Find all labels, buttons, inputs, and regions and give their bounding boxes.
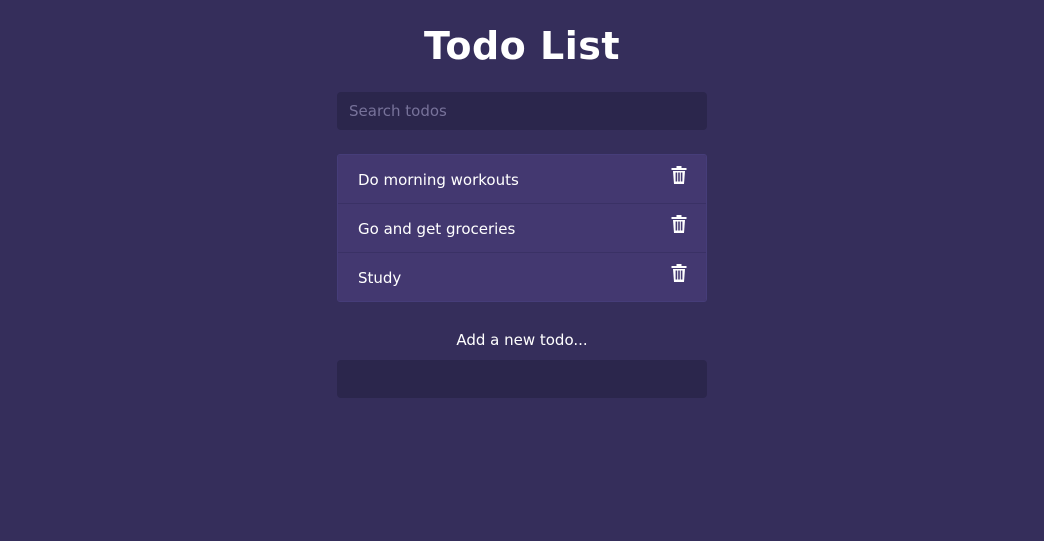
add-todo-label: Add a new todo... [456, 331, 588, 349]
trash-icon[interactable] [671, 215, 687, 233]
list-item[interactable]: Go and get groceries [338, 204, 706, 253]
todo-text: Do morning workouts [358, 171, 519, 189]
page-title: Todo List [423, 24, 621, 68]
add-todo-input[interactable] [337, 360, 707, 398]
todo-list: Do morning workouts Go and get groceries [337, 154, 707, 302]
list-item[interactable]: Study [338, 253, 706, 301]
todo-text: Go and get groceries [358, 220, 516, 238]
trash-icon[interactable] [671, 264, 687, 282]
search-input[interactable] [337, 92, 707, 130]
todo-app: Todo List Do morning workouts Go and get… [337, 0, 707, 398]
todo-text: Study [358, 269, 402, 287]
trash-icon[interactable] [671, 166, 687, 184]
list-item[interactable]: Do morning workouts [338, 155, 706, 204]
